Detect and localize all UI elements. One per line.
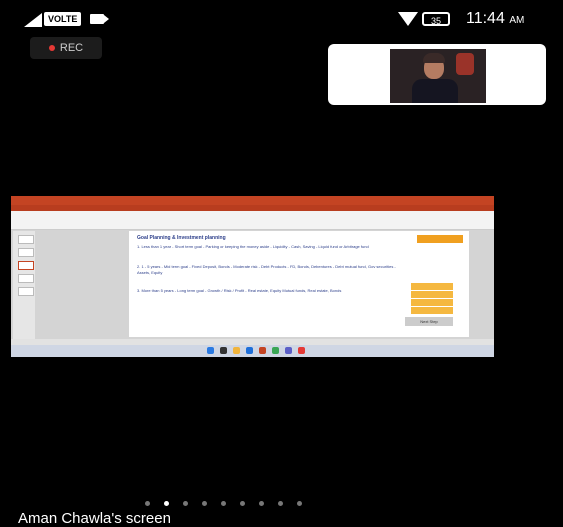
slide-thumb [18, 287, 34, 296]
powerpoint-icon [259, 347, 266, 354]
video-call-icon [90, 14, 109, 24]
status-bar: VOLTE 35 11:44 AM [0, 0, 563, 40]
participant-body [412, 79, 458, 103]
participant-turban [423, 53, 445, 63]
page-dot[interactable] [240, 501, 245, 506]
page-dot-active[interactable] [164, 501, 169, 506]
clock: 11:44 AM [466, 10, 524, 28]
slide-step [411, 307, 453, 314]
slide-next-button: Next Step [405, 317, 453, 326]
recording-indicator: REC [30, 37, 102, 59]
record-dot-icon [48, 45, 55, 51]
page-dot[interactable] [259, 501, 264, 506]
slide-step [411, 291, 453, 298]
app-title-bar [11, 196, 494, 205]
slide-step [411, 299, 453, 306]
slide-title: Goal Planning & Investment planning [137, 235, 226, 241]
page-dot[interactable] [221, 501, 226, 506]
ribbon-toolbar [11, 211, 494, 230]
app-icon [298, 347, 305, 354]
shared-screen[interactable]: Goal Planning & Investment planning 1. L… [11, 196, 494, 357]
slide-thumb [18, 248, 34, 257]
page-dot[interactable] [202, 501, 207, 506]
slide-thumb [18, 261, 34, 270]
signal-icon [24, 13, 42, 27]
page-dot[interactable] [183, 501, 188, 506]
folder-icon [233, 347, 240, 354]
slide-thumbnails [13, 231, 35, 339]
teams-icon [285, 347, 292, 354]
chrome-icon [272, 347, 279, 354]
taskbar-icons [207, 347, 305, 354]
slide-paragraph-2: 2. 1 - 5 years - Mid term goal - Fixed D… [137, 264, 396, 275]
slide-orange-banner [417, 235, 463, 243]
search-icon [220, 347, 227, 354]
slide-paragraph-3: 3. More than 5 years - Long term goal - … [137, 288, 342, 293]
windows-start-icon [207, 347, 214, 354]
screen-share-caption: Aman Chawla's screen [18, 510, 171, 527]
slide-thumb [18, 235, 34, 244]
battery-icon: 35 [422, 12, 450, 26]
slide-paragraph-1: 1. Less than 1 year - Short term goal - … [137, 244, 369, 249]
page-dot[interactable] [145, 501, 150, 506]
slide-thumb [18, 274, 34, 283]
recording-label: REC [59, 42, 84, 54]
browser-icon [246, 347, 253, 354]
page-indicator[interactable] [145, 501, 445, 506]
participant-video [390, 49, 486, 103]
clock-time: 11:44 [466, 10, 505, 27]
slide-canvas: Goal Planning & Investment planning 1. L… [129, 231, 469, 337]
page-dot[interactable] [278, 501, 283, 506]
background-lamp [456, 53, 474, 75]
participant-video-tile[interactable] [328, 44, 546, 105]
page-dot[interactable] [297, 501, 302, 506]
volte-badge: VOLTE [44, 12, 82, 26]
windows-taskbar [11, 345, 494, 357]
clock-suffix: AM [509, 15, 525, 26]
slide-step [411, 283, 453, 290]
wifi-icon [398, 12, 418, 26]
